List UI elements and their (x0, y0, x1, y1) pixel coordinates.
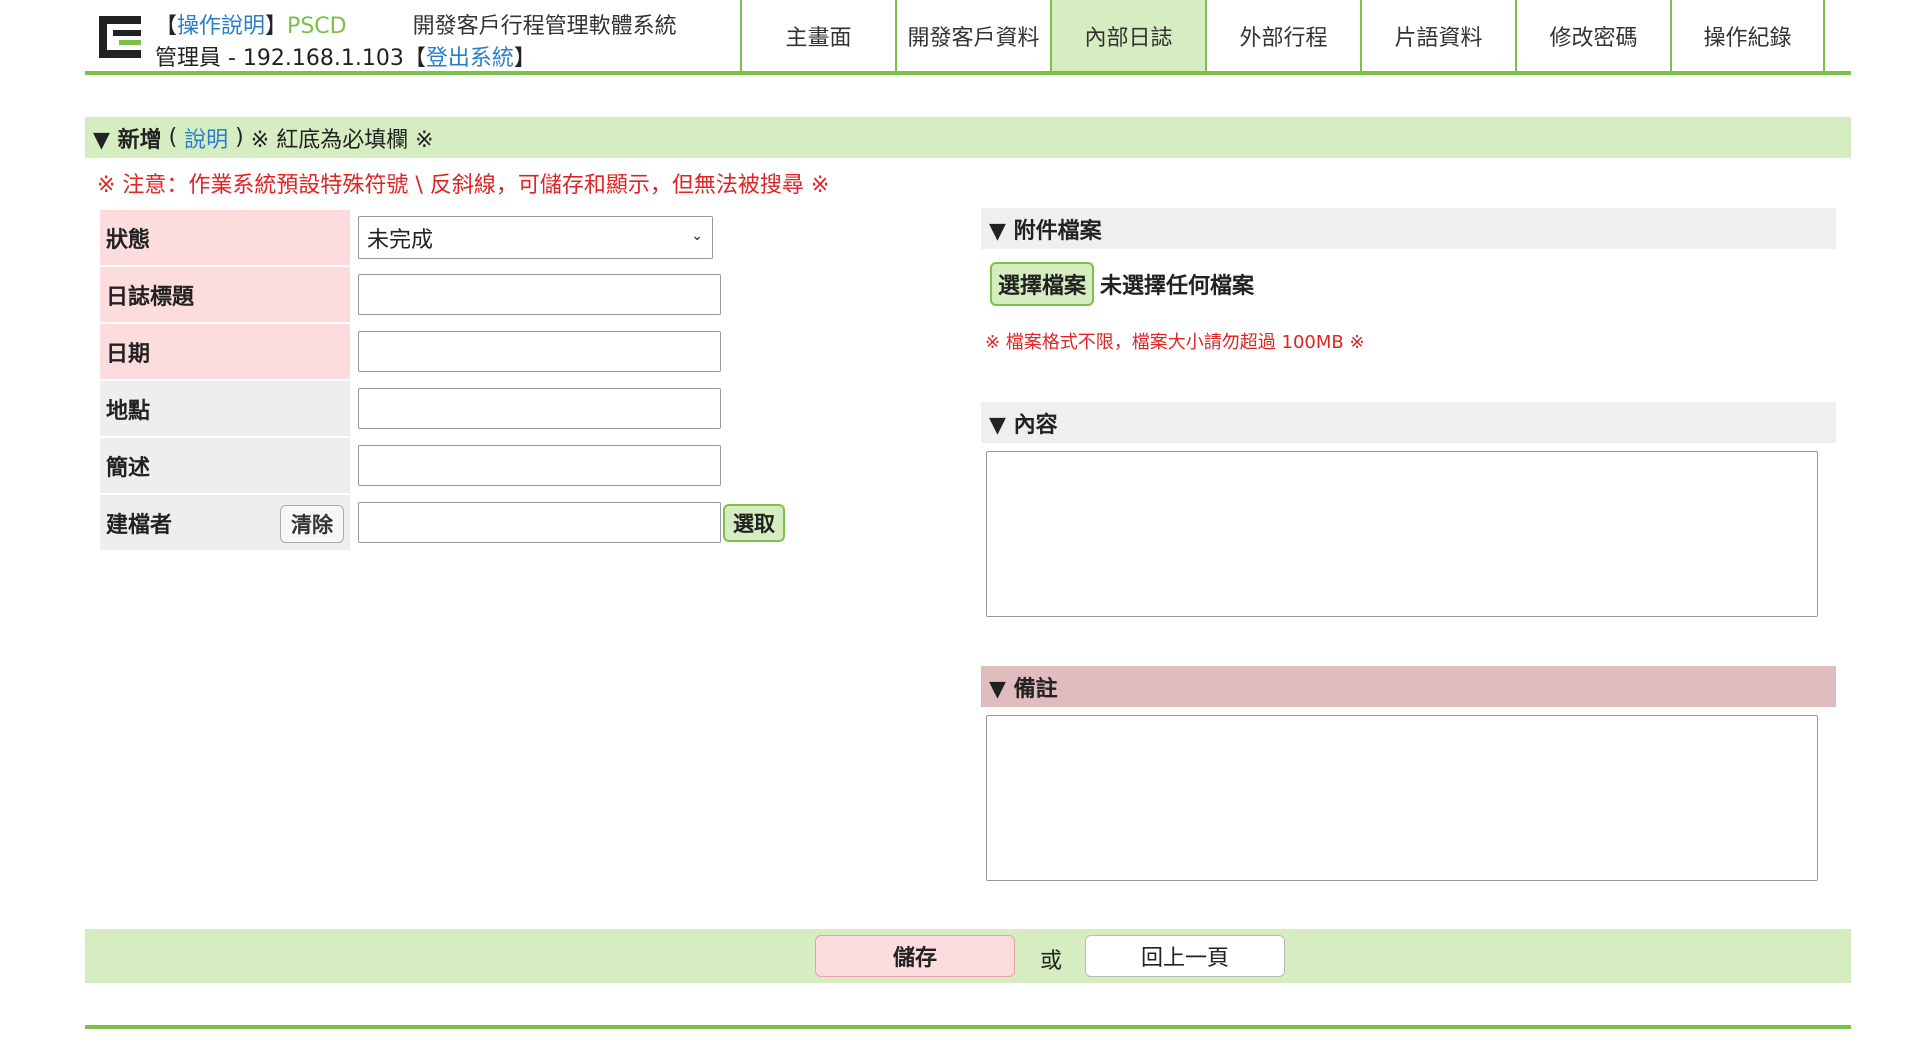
title-label: 日誌標題 (100, 267, 350, 322)
content-textarea[interactable] (986, 451, 1818, 617)
back-button[interactable]: 回上一頁 (1085, 935, 1285, 977)
creator-label-cell: 建檔者 清除 (100, 495, 350, 550)
nav-item-home[interactable]: 主畫面 (740, 0, 895, 71)
pick-creator-button[interactable]: 選取 (723, 503, 785, 542)
logout-link[interactable]: 登出系統 (426, 46, 514, 71)
page: 【操作說明】PSCD 開發客戶行程管理軟體系統 管理員 - 192.168.1.1… (0, 0, 1920, 1055)
main-nav: 主畫面 開發客戶資料 內部日誌 外部行程 片語資料 修改密碼 操作紀錄 (740, 0, 1825, 71)
date-cell (358, 324, 721, 379)
summary-cell (358, 438, 721, 493)
nav-item-external-schedule[interactable]: 外部行程 (1205, 0, 1360, 71)
system-name: 開發客戶行程管理軟體系統 (412, 14, 677, 39)
or-text: 或 (1040, 949, 1063, 974)
brand-name: PSCD (287, 14, 347, 39)
nav-item-client-data[interactable]: 開發客戶資料 (895, 0, 1050, 71)
creator-cell: 選取 (358, 495, 785, 550)
required-note: ※ 紅底為必填欄 ※ (250, 127, 434, 153)
summary-label: 簡述 (100, 438, 350, 493)
attachments-heading: ▼ 附件檔案 (981, 208, 1836, 249)
file-picker: 選擇檔案 未選擇任何檔案 (990, 262, 1254, 306)
help-link[interactable]: 操作說明 (177, 14, 265, 39)
user-info: 管理員 - 192.168.1.103 (155, 46, 404, 71)
nav-item-internal-log[interactable]: 內部日誌 (1050, 0, 1205, 71)
creator-input[interactable] (358, 502, 721, 543)
status-label: 狀態 (100, 210, 350, 265)
company-logo-icon (99, 16, 141, 58)
header-title-line: 【操作說明】PSCD 開發客戶行程管理軟體系統 (155, 8, 677, 40)
title-cell (358, 267, 721, 322)
bracket-close: 】 (265, 14, 288, 39)
summary-input[interactable] (358, 445, 721, 486)
logout-bracket-open: 【 (403, 46, 426, 71)
backslash-warning: ※ 注意：作業系統預設特殊符號 \ 反斜線，可儲存和顯示，但無法被搜尋 ※ (97, 173, 830, 198)
logout-bracket-close: 】 (513, 46, 536, 71)
section-paren-open: ( (161, 125, 185, 150)
header: 【操作說明】PSCD 開發客戶行程管理軟體系統 管理員 - 192.168.1.1… (85, 0, 1851, 75)
chevron-down-icon: ⌄ (691, 228, 703, 244)
bottom-divider (85, 1025, 1851, 1029)
remarks-textarea[interactable] (986, 715, 1818, 881)
bracket-open: 【 (155, 14, 178, 39)
log-title-input[interactable] (358, 274, 721, 315)
clear-creator-button[interactable]: 清除 (280, 505, 344, 543)
status-select-value: 未完成 (358, 216, 713, 259)
section-help-link[interactable]: 說明 (184, 122, 228, 154)
location-input[interactable] (358, 388, 721, 429)
location-cell (358, 381, 721, 436)
action-bar: 儲存 或 回上一頁 (85, 929, 1851, 983)
header-user-line: 管理員 - 192.168.1.103【登出系統】 (155, 40, 536, 72)
file-status-text: 未選擇任何檔案 (1100, 274, 1255, 299)
remarks-heading: ▼ 備註 (981, 666, 1836, 707)
date-input[interactable] (358, 331, 721, 372)
nav-item-change-password[interactable]: 修改密碼 (1515, 0, 1670, 71)
content-heading: ▼ 內容 (981, 402, 1836, 443)
status-cell: 未完成 ⌄ (358, 210, 713, 265)
creator-label: 建檔者 (106, 512, 173, 538)
location-label: 地點 (100, 381, 350, 436)
choose-file-button[interactable]: 選擇檔案 (990, 262, 1095, 306)
section-title: ▼ 新增 (93, 127, 162, 153)
status-select[interactable]: 未完成 ⌄ (358, 216, 713, 259)
section-paren-close: ) (228, 125, 251, 150)
file-size-note: ※ 檔案格式不限，檔案大小請勿超過 100MB ※ (985, 332, 1365, 353)
nav-item-phrases[interactable]: 片語資料 (1360, 0, 1515, 71)
nav-item-operation-log[interactable]: 操作紀錄 (1670, 0, 1825, 71)
save-button[interactable]: 儲存 (815, 935, 1015, 977)
date-label: 日期 (100, 324, 350, 379)
section-header: ▼ 新增 ( 說明 ) ※ 紅底為必填欄 ※ (85, 117, 1851, 158)
